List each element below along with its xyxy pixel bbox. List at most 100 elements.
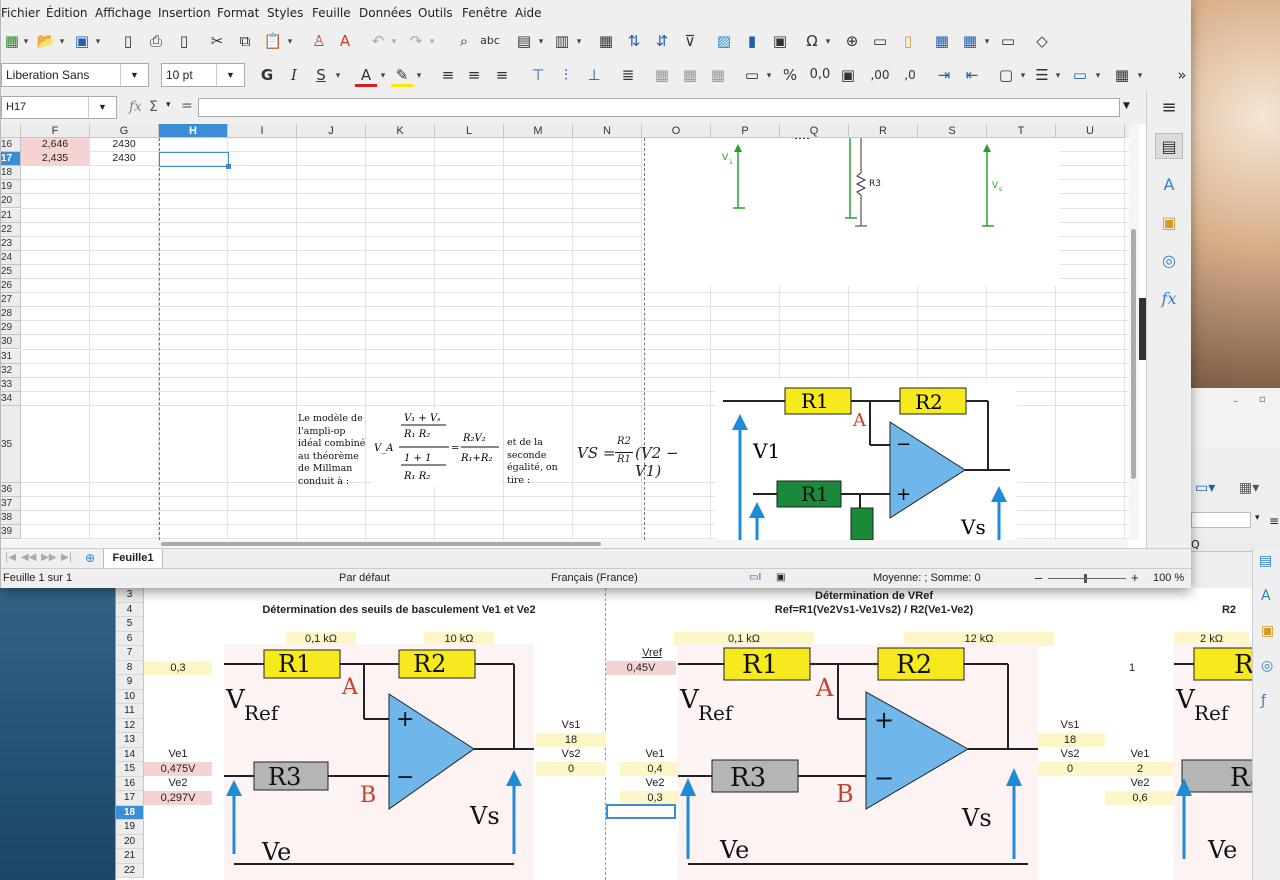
- font-size-box[interactable]: 10 pt ▼: [161, 63, 245, 87]
- open-folder-icon[interactable]: 📂: [35, 31, 57, 53]
- vs1-cell[interactable]: 18: [536, 733, 606, 747]
- menu-outils[interactable]: Outils: [418, 6, 453, 20]
- split-window-icon[interactable]: ▭: [997, 31, 1019, 53]
- col-header-s[interactable]: S: [918, 124, 987, 138]
- row-header-28[interactable]: 28: [1, 307, 21, 322]
- align-middle-icon[interactable]: ⫶: [555, 65, 577, 87]
- doc-modified-icon[interactable]: ▣: [776, 572, 785, 583]
- properties-icon[interactable]: ▤: [1259, 553, 1272, 569]
- row-header-22[interactable]: 22: [1, 222, 21, 237]
- chevron-down-icon[interactable]: ▾: [1053, 66, 1063, 88]
- menu-aide[interactable]: Aide: [515, 6, 542, 20]
- menu-fichier[interactable]: Fichier: [1, 6, 40, 20]
- cut-icon[interactable]: ✂: [206, 31, 228, 53]
- row-header-38[interactable]: 38: [1, 511, 21, 526]
- vref2-cell[interactable]: 0,45V: [606, 661, 676, 675]
- increase-indent-icon[interactable]: ⇥: [933, 65, 955, 87]
- back-row-header-4[interactable]: 4: [116, 602, 144, 617]
- row-header-19[interactable]: 19: [1, 180, 21, 195]
- align-bottom-icon[interactable]: ⊥: [583, 65, 605, 87]
- back-row-header-20[interactable]: 20: [116, 834, 144, 849]
- align-left-icon[interactable]: ≡: [437, 65, 459, 87]
- chevron-down-icon[interactable]: ▾: [823, 32, 833, 54]
- row-header-30[interactable]: 30: [1, 335, 21, 350]
- hyperlink-icon[interactable]: ⊕: [841, 31, 863, 53]
- vertical-scrollbar[interactable]: [1129, 124, 1139, 540]
- vs2-cell[interactable]: 0: [536, 762, 606, 776]
- merge-center-icon[interactable]: ▦: [679, 65, 701, 87]
- chevron-down-icon[interactable]: ▾: [1255, 513, 1260, 523]
- chevron-down-icon[interactable]: ▾: [378, 66, 388, 88]
- row-header-16[interactable]: 16: [1, 138, 21, 153]
- row-header-20[interactable]: 20: [1, 194, 21, 209]
- highlight-icon[interactable]: ✎: [391, 65, 413, 87]
- freeze-rows-icon[interactable]: ▦: [959, 31, 981, 53]
- navigator-icon[interactable]: ◎: [1261, 658, 1273, 674]
- cell-f17[interactable]: 2,435: [21, 152, 89, 166]
- row-header-31[interactable]: 31: [1, 349, 21, 364]
- sidebar-collapse-handle[interactable]: [1139, 298, 1146, 360]
- cell-g16[interactable]: 2430: [90, 138, 158, 152]
- c-ve1-cell[interactable]: 2: [1105, 762, 1175, 776]
- back-row-header-7[interactable]: 7: [116, 646, 144, 661]
- menu-feuille[interactable]: Feuille: [312, 6, 351, 20]
- expand-formula-icon[interactable]: ▼: [1123, 101, 1130, 111]
- define-print-area-icon[interactable]: ▦: [931, 31, 953, 53]
- copy-icon[interactable]: ⧉: [234, 31, 256, 53]
- chevron-down-icon[interactable]: ▼: [88, 97, 116, 118]
- vref-cell[interactable]: 0,3: [144, 661, 212, 675]
- cell-g17[interactable]: 2430: [90, 152, 158, 166]
- add-decimal-button[interactable]: ,00: [867, 65, 893, 87]
- menu-edition[interactable]: Édition: [46, 6, 88, 20]
- back-row-header-19[interactable]: 19: [116, 820, 144, 835]
- status-page-style[interactable]: Par défaut: [339, 572, 390, 584]
- more-options-icon[interactable]: »: [1171, 65, 1193, 87]
- back-row-header-11[interactable]: 11: [116, 704, 144, 719]
- chevron-down-icon[interactable]: ▾: [285, 32, 295, 54]
- last-sheet-icon[interactable]: ▶|: [61, 552, 72, 563]
- row-header-17[interactable]: 17: [1, 152, 21, 167]
- border-style-icon[interactable]: ☰: [1031, 65, 1053, 87]
- back-row-header-16[interactable]: 16: [116, 776, 144, 791]
- formula-input[interactable]: [198, 98, 1120, 117]
- menu-affichage[interactable]: Affichage: [95, 6, 151, 20]
- zoom-in-icon[interactable]: +: [1131, 570, 1139, 585]
- back-row-header-15[interactable]: 15: [116, 762, 144, 777]
- back-row-header-12[interactable]: 12: [116, 718, 144, 733]
- row-header-39[interactable]: 39: [1, 525, 21, 540]
- row-header-29[interactable]: 29: [1, 321, 21, 336]
- delete-decimal-button[interactable]: ,0: [897, 65, 923, 87]
- wrap-text-icon[interactable]: ≣: [617, 65, 639, 87]
- col-header-h[interactable]: H: [159, 124, 228, 138]
- col-header-q[interactable]: Q: [780, 124, 849, 138]
- back-row-header-13[interactable]: 13: [116, 733, 144, 748]
- minimize-icon[interactable]: –: [1233, 396, 1238, 407]
- row-icon[interactable]: ▤: [513, 31, 535, 53]
- menu-fenetre[interactable]: Fenêtre: [462, 6, 507, 20]
- col-header-r[interactable]: R: [849, 124, 918, 138]
- sort-asc-icon[interactable]: ⇅: [623, 31, 645, 53]
- back-row-header-3[interactable]: 3: [116, 588, 144, 603]
- col-header-o[interactable]: O: [642, 124, 711, 138]
- col-header-g[interactable]: G: [90, 124, 159, 138]
- tab-feuille1[interactable]: Feuille1: [103, 549, 163, 569]
- row-header-23[interactable]: 23: [1, 236, 21, 251]
- horizontal-scroll-thumb[interactable]: [161, 542, 601, 546]
- corner-select-all[interactable]: [1, 124, 21, 138]
- font-name-box[interactable]: Liberation Sans ▼: [1, 63, 149, 87]
- italic-button[interactable]: I: [283, 65, 305, 87]
- paste-icon[interactable]: 📋: [262, 31, 284, 53]
- vertical-scroll-thumb[interactable]: [1131, 229, 1136, 479]
- ve2-cell[interactable]: 0,297V: [144, 791, 212, 805]
- export-pdf-icon[interactable]: ▯: [117, 31, 139, 53]
- chevron-down-icon[interactable]: ▾: [414, 66, 424, 88]
- menu-format[interactable]: Format: [217, 6, 259, 20]
- function-icon[interactable]: ƒ: [1261, 693, 1266, 709]
- functions-icon[interactable]: fx: [1155, 286, 1183, 312]
- menu-donnees[interactable]: Données: [359, 6, 412, 20]
- status-zoom[interactable]: 100 %: [1153, 572, 1184, 584]
- show-draw-functions-icon[interactable]: ◇: [1031, 31, 1053, 53]
- add-sheet-icon[interactable]: ⊕: [85, 551, 95, 565]
- function-wizard-icon[interactable]: fx: [129, 99, 142, 115]
- date-format-icon[interactable]: ▣: [837, 65, 859, 87]
